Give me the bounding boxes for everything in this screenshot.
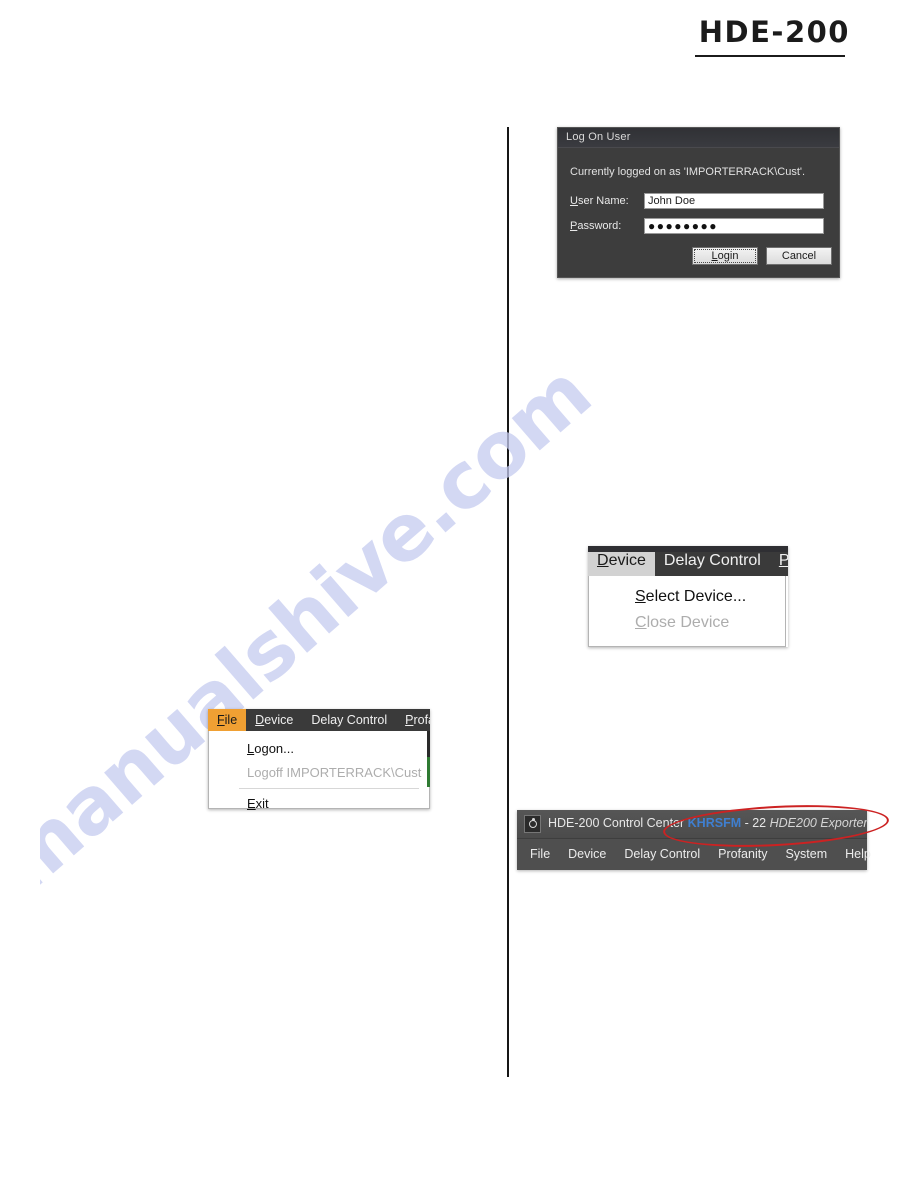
speaker-icon-cone: [529, 820, 537, 828]
username-label: User Name:: [570, 195, 629, 207]
cc-menu-profanity[interactable]: Profanity: [718, 839, 767, 870]
file-menu-window: FileDeviceDelay ControlProfanity Logon..…: [208, 709, 430, 811]
control-center-title-middle: - 22: [741, 816, 770, 830]
menu-item-delay-control-2-rest: lay Control: [327, 713, 388, 727]
menu-item-delay-control-rest: lay Control: [684, 552, 761, 569]
cc-menu-file[interactable]: File: [530, 839, 550, 870]
password-input[interactable]: ●●●●●●●●: [644, 218, 824, 234]
cc-menu-delay-control[interactable]: Delay Control: [624, 839, 700, 870]
menu-item-profanity-rest: rofanity: [413, 713, 430, 727]
file-dropdown-separator: [239, 788, 419, 789]
control-center-title-prefix: HDE-200 Control Center: [548, 816, 688, 830]
menu-item-profanity[interactable]: Profanity: [396, 709, 430, 731]
logon-dialog-body: Currently logged on as 'IMPORTERRACK\Cus…: [558, 148, 839, 276]
menu-entry-close-device: Close Device: [589, 610, 785, 636]
cc-menu-system[interactable]: System: [785, 839, 827, 870]
menu-entry-exit[interactable]: Exit: [209, 792, 429, 816]
cc-menu-device[interactable]: Device: [568, 839, 606, 870]
control-center-window: HDE-200 Control Center KHRSFM - 22 HDE20…: [517, 810, 871, 870]
logon-dialog-titlebar: Log On User: [558, 128, 839, 148]
logged-on-status-text: Currently logged on as 'IMPORTERRACK\Cus…: [570, 166, 806, 178]
control-center-exporter-label: HDE200 Exporter: [769, 816, 868, 830]
menu-entry-select-device-label: elect Device...: [645, 588, 747, 605]
file-dropdown-gutter: [209, 731, 237, 808]
menu-entry-logoff-pre: Logo: [247, 765, 276, 780]
device-dropdown: Select Device... Close Device: [588, 576, 786, 647]
page-header: HDE-200: [690, 18, 850, 47]
password-label: Password:: [570, 220, 621, 232]
menu-item-device-2[interactable]: Device: [246, 709, 302, 731]
username-label-rest: ser Name:: [577, 195, 629, 207]
control-center-title: HDE-200 Control Center KHRSFM - 22 HDE20…: [548, 816, 868, 830]
device-window-topstrip: [588, 546, 788, 552]
menu-entry-close-device-accel: C: [635, 614, 647, 631]
login-button[interactable]: Login: [692, 247, 758, 265]
menu-entry-logon-label: ogon...: [254, 741, 294, 756]
menu-item-file-rest: ile: [224, 713, 238, 727]
menu-entry-logoff-label: ff IMPORTERRACK\Cust: [275, 765, 422, 780]
file-window-dark-edge: [427, 731, 430, 757]
menu-item-device-2-accel: D: [255, 713, 265, 727]
menu-entry-select-device[interactable]: Select Device...: [589, 584, 785, 610]
control-center-menubar: File Device Delay Control Profanity System He…: [517, 839, 871, 870]
menu-entry-exit-accel: E: [247, 796, 256, 811]
device-menu-window: Device Delay Control P Select Device... Cl…: [588, 546, 788, 647]
device-dropdown-gutter: [589, 576, 617, 646]
username-input[interactable]: John Doe: [644, 193, 824, 209]
file-dropdown: Logon... Logoff IMPORTERRACK\Cust Exit: [208, 731, 430, 811]
menu-item-delay-control-2-pre: De: [311, 713, 328, 727]
header-rule: [695, 55, 845, 57]
speaker-icon: [524, 815, 541, 833]
control-center-callsign: KHRSFM: [687, 816, 742, 830]
logon-dialog: Log On User Currently logged on as 'IMPO…: [557, 127, 840, 278]
username-label-accel: U: [570, 195, 578, 207]
cc-menu-help[interactable]: Help: [845, 839, 871, 870]
menu-item-delay-control-pre: De: [663, 552, 685, 569]
login-button-label: ogin: [717, 250, 739, 262]
password-label-rest: assword:: [577, 220, 622, 232]
menu-entry-select-device-accel: S: [635, 588, 646, 605]
column-divider: [507, 127, 509, 1077]
control-center-titlebar: HDE-200 Control Center KHRSFM - 22 HDE20…: [517, 810, 868, 839]
file-window-green-edge: [427, 757, 430, 787]
menu-entry-close-device-label: lose Device: [646, 614, 730, 631]
device-menu-bar: Device Delay Control P: [588, 546, 788, 576]
menu-item-delay-control-2[interactable]: Delay Control: [302, 709, 396, 731]
file-menu-bar: FileDeviceDelay ControlProfanity: [208, 709, 430, 731]
logon-dialog-title: Log On User: [566, 131, 631, 143]
menu-item-profanity-accel: P: [778, 552, 788, 569]
page-title: HDE-200: [698, 15, 850, 49]
menu-entry-logon[interactable]: Logon...: [209, 737, 429, 761]
menu-item-device-rest: evice: [608, 552, 646, 569]
menu-item-file[interactable]: File: [208, 709, 247, 731]
menu-entry-logoff: Logoff IMPORTERRACK\Cust: [209, 761, 429, 785]
menu-item-device-2-rest: evice: [264, 713, 294, 727]
menu-item-file-accel: F: [217, 713, 225, 727]
menu-item-device-accel: D: [597, 552, 609, 569]
cancel-button[interactable]: Cancel: [766, 247, 832, 265]
menu-entry-exit-label: xit: [255, 796, 269, 811]
